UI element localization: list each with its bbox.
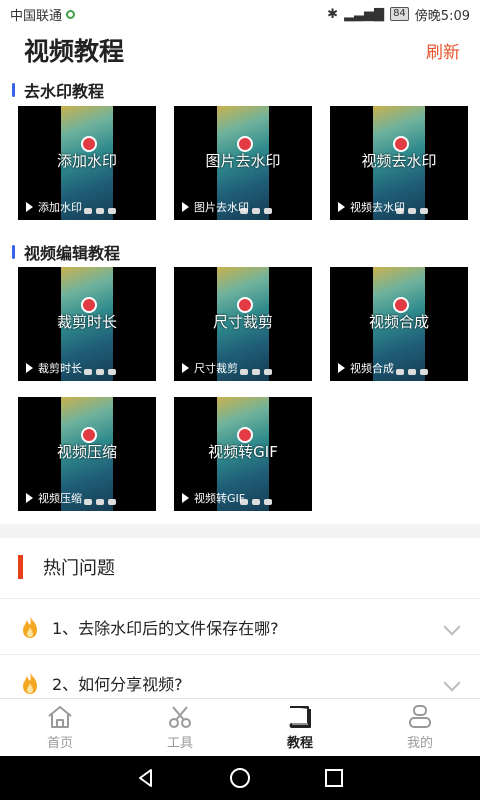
video-caption: 裁剪时长 [38, 362, 82, 375]
play-icon [26, 493, 33, 503]
video-caption: 尺寸裁剪 [194, 362, 238, 375]
bluetooth-icon: ✱ [327, 6, 339, 22]
play-icon [182, 493, 189, 503]
home-button-icon[interactable] [228, 766, 252, 790]
play-icon [338, 202, 345, 212]
section-marker [12, 83, 15, 97]
video-card-merge[interactable]: 视频合成 视频合成 [330, 267, 468, 381]
video-card-to-gif[interactable]: 视频转GIF 视频转GIF [174, 397, 312, 511]
fire-icon [23, 671, 37, 694]
signal-icon: ▂▃▅▇ [344, 6, 385, 22]
tab-label: 工具 [166, 736, 193, 751]
book-icon [289, 706, 311, 728]
video-card-crop-size[interactable]: 尺寸裁剪 尺寸裁剪 [174, 267, 312, 381]
preview-dots [84, 369, 116, 375]
tab-label: 教程 [286, 736, 313, 751]
status-bar: 中国联通 ✱ ▂▃▅▇ 84 傍晚5:09 [0, 0, 480, 28]
video-card-compress[interactable]: 视频压缩 视频压缩 [18, 397, 156, 511]
video-title: 视频压缩 [56, 443, 117, 461]
video-caption: 视频合成 [350, 362, 394, 375]
video-caption: 图片去水印 [194, 201, 249, 214]
tab-label: 首页 [46, 736, 73, 751]
video-caption: 视频转GIF [194, 492, 246, 505]
preview-dots [84, 499, 116, 505]
video-title: 视频去水印 [361, 152, 437, 170]
section-divider [0, 524, 480, 538]
page-title: 视频教程 [24, 37, 125, 66]
header: 视频教程 刷新 [0, 28, 480, 72]
video-title: 视频转GIF [208, 443, 278, 461]
faq-question: 2、如何分享视频? [52, 674, 183, 694]
video-title: 视频合成 [368, 313, 429, 331]
video-title: 添加水印 [56, 152, 117, 170]
play-icon [182, 202, 189, 212]
tab-home[interactable]: 首页 [0, 699, 120, 756]
faq-question: 1、去除水印后的文件保存在哪? [52, 618, 279, 638]
hot-questions-title: 热门问题 [18, 554, 115, 580]
play-icon [26, 202, 33, 212]
video-caption: 视频去水印 [350, 201, 405, 214]
recents-icon[interactable] [323, 767, 345, 789]
preview-dots [240, 369, 272, 375]
tab-tutorial[interactable]: 教程 [240, 699, 360, 756]
play-icon [26, 363, 33, 373]
preview-dots [84, 208, 116, 214]
chevron-down-icon[interactable] [443, 618, 461, 636]
section-marker [12, 245, 15, 259]
system-navbar [0, 756, 480, 800]
back-icon[interactable] [135, 767, 157, 789]
profile-icon [409, 705, 431, 728]
play-icon [338, 363, 345, 373]
faq-item[interactable]: 1、去除水印后的文件保存在哪? [0, 598, 480, 654]
bottom-tabbar: 首页 工具 教程 我的 [0, 698, 480, 756]
fire-icon [23, 615, 37, 638]
video-card-trim-duration[interactable]: 裁剪时长 裁剪时长 [18, 267, 156, 381]
video-title: 尺寸裁剪 [212, 313, 273, 331]
refresh-button[interactable]: 刷新 [426, 38, 460, 63]
tab-mine[interactable]: 我的 [360, 699, 480, 756]
section-title-watermark: 去水印教程 [12, 78, 104, 102]
section-label: 视频编辑教程 [24, 244, 121, 263]
play-icon [182, 363, 189, 373]
hot-questions-label: 热门问题 [43, 558, 115, 579]
clock: 傍晚5:09 [414, 8, 470, 24]
video-caption: 添加水印 [38, 201, 82, 214]
section-title-video-edit: 视频编辑教程 [12, 240, 120, 264]
scissors-icon [169, 706, 191, 728]
video-caption: 视频压缩 [38, 492, 82, 505]
tab-tools[interactable]: 工具 [120, 699, 240, 756]
carrier-label: 中国联通 [10, 8, 63, 24]
tab-label: 我的 [406, 736, 433, 751]
section-marker [18, 555, 23, 579]
video-card-add-watermark[interactable]: 添加水印 添加水印 [18, 106, 156, 220]
video-card-image-remove-watermark[interactable]: 图片去水印 图片去水印 [174, 106, 312, 220]
chevron-down-icon[interactable] [443, 674, 461, 692]
video-card-video-remove-watermark[interactable]: 视频去水印 视频去水印 [330, 106, 468, 220]
video-title: 图片去水印 [205, 152, 281, 170]
battery-indicator: 84 [390, 7, 409, 21]
section-label: 去水印教程 [24, 82, 105, 101]
carrier-icon [66, 9, 76, 19]
preview-dots [396, 369, 428, 375]
home-icon [48, 706, 72, 728]
video-title: 裁剪时长 [56, 313, 117, 331]
